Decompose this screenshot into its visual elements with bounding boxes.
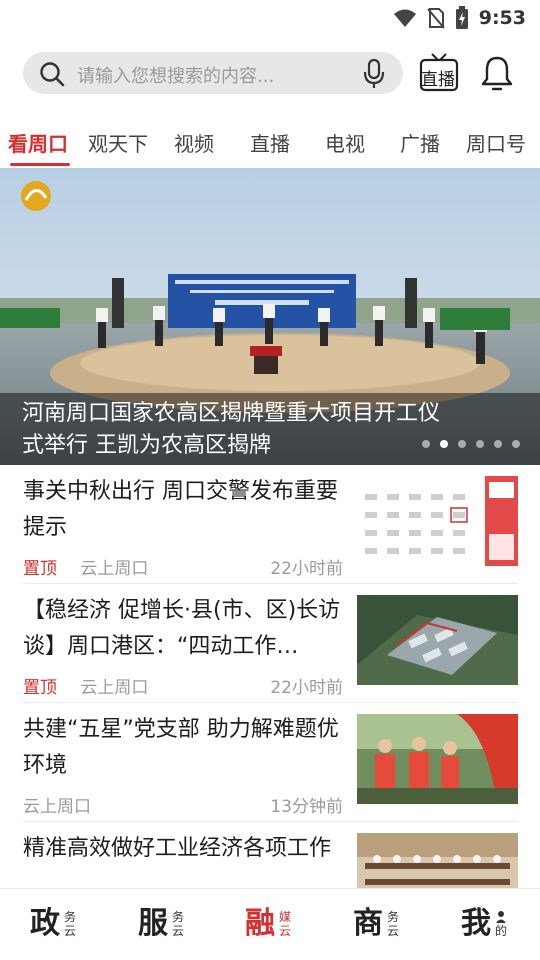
nav-small-label: 务 云 [387, 910, 399, 938]
header: 请输入您想搜索的内容... 直播 [0, 44, 540, 104]
calendar-image [357, 476, 518, 566]
nav-big-label: 融 [245, 906, 275, 941]
news-meta: 置顶 云上周口 22小时前 [23, 554, 343, 579]
news-source: 云上周口 [80, 559, 149, 579]
news-meta: 云上周口 13分钟前 [23, 792, 343, 817]
nav-shangwu[interactable]: 商 务 云 [353, 903, 399, 945]
nav-zhengwu[interactable]: 政 务 云 [30, 903, 76, 945]
nav-small-label: 务 云 [172, 910, 184, 938]
tab-tv[interactable]: 电视 [325, 128, 365, 157]
news-item[interactable]: 共建“五星”党支部 助力解难题优环境 云上周口 13分钟前 [23, 704, 518, 822]
search-placeholder: 请输入您想搜索的内容... [77, 66, 275, 87]
no-sim-icon [426, 8, 445, 29]
news-time: 22小时前 [270, 678, 343, 698]
battery-charging-icon [455, 6, 468, 29]
news-meta: 置顶 云上周口 22小时前 [23, 673, 343, 698]
nav-small-bottom: 云 [387, 924, 400, 938]
nav-big-label: 商 [353, 906, 383, 941]
tab-video[interactable]: 视频 [174, 128, 214, 157]
carousel-dot[interactable] [476, 440, 484, 448]
tab-kan-zhoukou[interactable]: 看周口 [8, 128, 68, 157]
live-tv-label: 直播 [421, 70, 455, 90]
news-thumbnail [357, 595, 518, 685]
nav-small-bottom: 云 [64, 924, 77, 938]
carousel-dot[interactable] [458, 440, 466, 448]
nav-small-bottom: 云 [172, 924, 185, 938]
pinned-badge: 置顶 [23, 559, 57, 579]
nav-big-label: 服 [138, 906, 168, 941]
nav-small-label: 媒 云 [279, 910, 291, 938]
hero-banner[interactable]: 河南周口国家农高区揭牌暨重大项目开工仪式举行 王凯为农高区揭牌 [0, 168, 540, 465]
carousel-dot[interactable] [494, 440, 502, 448]
channel-tabs: 看周口 观天下 视频 直播 电视 广播 周口号 [0, 118, 540, 168]
tab-guan-tianxia[interactable]: 观天下 [88, 128, 148, 157]
news-title: 精准高效做好工业经济各项工作 [23, 836, 332, 861]
nav-small-bottom: 的 [495, 924, 508, 938]
nav-small-top: 媒 [279, 910, 292, 924]
bell-icon [481, 56, 513, 91]
nav-small-bottom: 云 [279, 924, 292, 938]
news-source: 云上周口 [23, 797, 91, 817]
volunteers-image [357, 714, 518, 804]
nav-small-top: 务 [64, 910, 77, 924]
nav-mine[interactable]: 我 的 [461, 903, 507, 945]
status-time: 9:53 [478, 7, 526, 29]
news-thumbnail [357, 476, 518, 566]
news-time: 13分钟前 [270, 797, 343, 817]
tab-live[interactable]: 直播 [250, 128, 290, 157]
nav-big-label: 我 [461, 906, 491, 941]
wifi-icon [393, 9, 416, 27]
carousel-indicator [422, 440, 520, 448]
carousel-dot-active[interactable] [440, 440, 448, 448]
user-icon [496, 911, 506, 923]
news-item[interactable]: 【稳经济 促增长·县(市、区)长访谈】周口港区：“四动工作… 置顶 云上周口 2… [23, 585, 518, 703]
news-item[interactable]: 事关中秋出行 周口交警发布重要提示 置顶 云上周口 22小时前 [23, 466, 518, 584]
tab-zhoukou-hao[interactable]: 周口号 [466, 128, 526, 157]
carousel-dot[interactable] [512, 440, 520, 448]
nav-small-top: 务 [387, 910, 400, 924]
aerial-view-image [357, 595, 518, 685]
news-thumbnail [357, 714, 518, 804]
carousel-dot[interactable] [422, 440, 430, 448]
search-icon [40, 62, 65, 87]
nav-small-top: 务 [172, 910, 185, 924]
bottom-navigation: 政 务 云 服 务 云 融 媒 云 商 务 云 我 的 [0, 888, 540, 960]
pinned-badge: 置顶 [23, 678, 57, 698]
microphone-icon[interactable] [363, 58, 385, 90]
nav-big-label: 政 [30, 906, 60, 941]
news-title: 【稳经济 促增长·县(市、区)长访谈】周口港区：“四动工作… [23, 598, 341, 659]
tab-radio[interactable]: 广播 [400, 128, 440, 157]
news-source: 云上周口 [80, 678, 149, 698]
nav-small-label: 务 云 [64, 910, 76, 938]
status-bar: 9:53 [0, 0, 540, 36]
nav-fuwu[interactable]: 服 务 云 [138, 903, 184, 945]
notification-button[interactable] [480, 54, 514, 92]
live-tv-button[interactable]: 直播 [419, 52, 459, 94]
search-input[interactable]: 请输入您想搜索的内容... [23, 52, 403, 94]
nav-rongmei[interactable]: 融 媒 云 [245, 903, 291, 945]
news-title: 事关中秋出行 周口交警发布重要提示 [23, 479, 338, 540]
news-time: 22小时前 [270, 559, 343, 579]
nav-small-label: 的 [495, 910, 507, 938]
active-tab-indicator [10, 163, 70, 166]
news-title: 共建“五星”党支部 助力解难题优环境 [23, 717, 339, 778]
hero-caption: 河南周口国家农高区揭牌暨重大项目开工仪式举行 王凯为农高区揭牌 [22, 401, 441, 458]
